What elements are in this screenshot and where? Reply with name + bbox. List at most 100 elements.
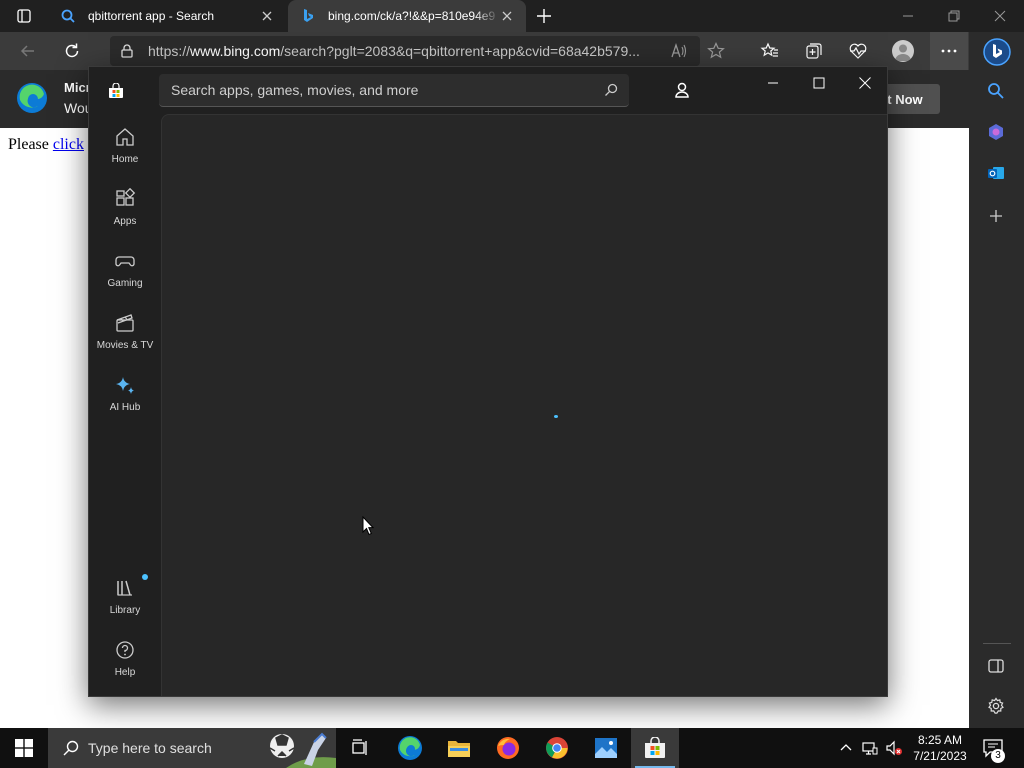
url-path: /search?pglt=2083&q=qbittorrent+app&cvid… [280, 43, 640, 59]
store-logo-icon [109, 83, 123, 98]
tab-bing-search[interactable]: qbittorrent app - Search [48, 0, 286, 32]
sidebar-divider [983, 643, 1011, 644]
taskbar-edge[interactable] [386, 728, 434, 768]
start-button[interactable] [0, 728, 48, 768]
store-nav-apps[interactable]: Apps [89, 184, 161, 240]
store-nav-home[interactable]: Home [89, 122, 161, 178]
store-search-input[interactable]: Search apps, games, movies, and more [159, 74, 629, 107]
store-nav-movies-tv[interactable]: Movies & TV [89, 308, 161, 364]
hide-sidebar-icon[interactable] [986, 656, 1006, 676]
taskbar-chrome[interactable] [533, 728, 581, 768]
nav-label: Library [109, 605, 141, 616]
tab-actions-menu-button[interactable] [8, 6, 40, 26]
search-icon [61, 9, 75, 23]
edge-logo-icon [17, 83, 47, 113]
search-icon [63, 740, 79, 756]
edge-sidebar [969, 32, 1024, 728]
bing-chat-icon[interactable] [983, 38, 1011, 66]
store-icon [645, 737, 665, 758]
settings-gear-icon[interactable] [986, 696, 1006, 716]
taskbar-firefox[interactable] [484, 728, 532, 768]
copilot-icon[interactable] [986, 122, 1006, 142]
search-icon[interactable] [986, 81, 1006, 101]
search-placeholder: Search apps, games, movies, and more [171, 82, 419, 98]
close-window-icon[interactable] [992, 8, 1008, 24]
gaming-icon [115, 256, 135, 267]
tab-bing-redirect[interactable]: bing.com/ck/a?!&&p=810e94e9 [288, 0, 526, 32]
maximize-icon[interactable] [811, 75, 827, 91]
clock-date: 7/21/2023 [913, 749, 967, 763]
favorite-star-icon[interactable] [706, 41, 726, 61]
movies-icon [116, 314, 134, 332]
close-tab-icon[interactable] [500, 9, 514, 23]
taskbar-search-placeholder: Type here to search [88, 740, 212, 756]
edge-icon [398, 736, 422, 760]
chevron-up-icon[interactable] [838, 740, 854, 756]
mouse-cursor-icon [362, 516, 374, 536]
store-nav-ai-hub[interactable]: AI Hub [89, 370, 161, 426]
new-tab-icon[interactable] [534, 6, 554, 26]
photos-icon [595, 738, 617, 758]
nav-label: AI Hub [109, 402, 141, 413]
refresh-icon[interactable] [62, 41, 82, 61]
add-icon[interactable] [986, 206, 1006, 226]
store-nav-library[interactable]: Library [89, 573, 161, 629]
browser-toolbar: https://www.bing.com/search?pglt=2083&q=… [0, 32, 1024, 70]
loading-spinner [554, 415, 558, 418]
folder-icon [448, 741, 470, 757]
taskbar-clock[interactable]: 8:25 AM 7/21/2023 [908, 732, 972, 764]
lock-icon [121, 44, 133, 58]
nav-label: Movies & TV [96, 340, 154, 351]
performance-icon[interactable] [848, 41, 868, 61]
help-icon [116, 641, 134, 659]
collections-icon[interactable] [804, 41, 824, 61]
nav-label: Gaming [107, 278, 143, 289]
taskbar-search-box[interactable]: Type here to search [48, 728, 336, 768]
address-bar[interactable]: https://www.bing.com/search?pglt=2083&q=… [110, 36, 700, 66]
account-icon[interactable] [672, 80, 692, 100]
nav-label: Apps [113, 216, 137, 227]
close-tab-icon[interactable] [260, 9, 274, 23]
apps-icon [116, 188, 136, 206]
settings-and-more-button[interactable] [930, 32, 968, 70]
more-dots-icon [941, 49, 957, 53]
library-icon [117, 580, 132, 596]
search-highlight-image [256, 728, 336, 768]
task-view-button[interactable] [336, 728, 384, 768]
volume-muted-icon[interactable] [886, 740, 902, 756]
taskbar-file-explorer[interactable] [435, 728, 483, 768]
store-nav-gaming[interactable]: Gaming [89, 246, 161, 302]
outlook-icon[interactable] [986, 163, 1006, 183]
home-icon [116, 128, 134, 146]
taskbar-photos[interactable] [582, 728, 630, 768]
favorites-icon[interactable] [760, 41, 780, 61]
search-icon[interactable] [603, 82, 619, 98]
profile-avatar[interactable] [892, 40, 914, 62]
redirect-link[interactable]: click [53, 136, 84, 153]
clock-time: 8:25 AM [917, 733, 963, 747]
store-content-area [161, 114, 887, 696]
minimize-icon[interactable] [765, 75, 781, 91]
banner-title: Micr [64, 80, 91, 95]
minimize-icon[interactable] [900, 8, 916, 24]
close-window-icon[interactable] [857, 75, 873, 91]
url-domain: www.bing.com [190, 43, 281, 59]
back-icon[interactable] [18, 41, 38, 61]
read-aloud-icon[interactable] [668, 41, 688, 61]
restore-icon[interactable] [946, 8, 962, 24]
taskbar-microsoft-store[interactable] [631, 728, 679, 768]
windows-logo-icon [15, 739, 33, 757]
redirect-message: Please click [8, 136, 84, 154]
network-icon[interactable] [862, 740, 878, 756]
store-nav-rail: Home Apps Gaming Movies & TV AI Hub Libr… [89, 67, 161, 696]
redirect-text: Please [8, 136, 49, 153]
notification-count-badge: 3 [991, 749, 1005, 763]
windows-taskbar: Type here to search 8:25 AM 7/21/2023 3 [0, 728, 1024, 768]
ai-hub-icon [116, 377, 134, 394]
nav-label: Home [111, 154, 139, 165]
bing-icon [304, 9, 313, 22]
task-view-icon [352, 739, 367, 755]
store-nav-help[interactable]: Help [89, 635, 161, 691]
url-prefix: https:// [148, 43, 191, 59]
library-update-badge [142, 574, 148, 580]
